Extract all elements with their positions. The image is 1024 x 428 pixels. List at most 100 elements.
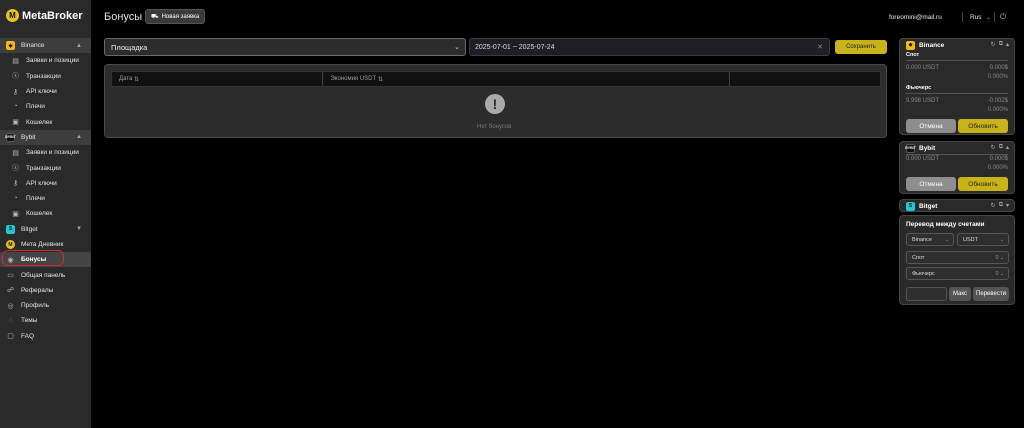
spot-usdt: 0.000 USDT: [906, 65, 940, 71]
divider: [906, 154, 1008, 155]
sidebar-item-faq[interactable]: ▢ FAQ: [0, 329, 91, 344]
sidebar-item-dashboard[interactable]: ▭ Общая панель: [0, 267, 91, 282]
sidebar-item-bybit-leverage[interactable]: ◔ Плечи: [0, 191, 91, 206]
language-select[interactable]: Rus: [970, 14, 982, 21]
refresh-icon[interactable]: ↻: [991, 144, 996, 151]
binance-icon: ◆: [6, 41, 15, 51]
cancel-button[interactable]: Отмена: [906, 177, 956, 191]
bitget-icon: S: [906, 201, 915, 211]
transfer-button[interactable]: Перевести: [973, 287, 1009, 301]
divider: [906, 93, 1008, 94]
spot-usd: 0.000$: [989, 65, 1008, 71]
binance-icon: ◆: [906, 40, 915, 50]
external-link-icon[interactable]: ⧉: [999, 144, 1003, 151]
active-item-highlight: [2, 250, 64, 266]
transfer-card: Перевод между счетами Binance ⌄ USDT ⌄ С…: [899, 215, 1015, 305]
chevron-down-icon: ⌄: [999, 270, 1004, 277]
logo-icon: M: [6, 9, 19, 22]
spot-label: Спот: [906, 52, 920, 58]
sidebar-item-binance-wallet[interactable]: ▣ Кошелек: [0, 114, 91, 129]
sidebar-item-bybit-wallet[interactable]: ▣ Кошелек: [0, 206, 91, 221]
sidebar-nav: ◆ Binance ▲ ▤ Заявки и позиции ⓢ Транзакци…: [0, 38, 91, 344]
logout-icon[interactable]: ⏻: [1000, 12, 1006, 22]
from-account-field[interactable]: Спот 0 ⌄: [906, 251, 1009, 264]
binance-account-card: ◆ Binance ↻ ⧉ ▴ Спот 0.000 USDT 0.000$ 0…: [899, 38, 1015, 135]
sidebar-item-bybit[interactable]: BYBIT Bybit ▲: [0, 129, 91, 146]
refresh-icon[interactable]: ↻: [991, 202, 996, 209]
header-divider: [994, 12, 995, 22]
sidebar-item-profile[interactable]: ◎ Профиль: [0, 298, 91, 313]
chevron-down-icon[interactable]: ▾: [1006, 202, 1009, 209]
sidebar-item-bitget[interactable]: S Bitget ▼: [0, 222, 91, 237]
save-button[interactable]: Сохранить: [835, 40, 887, 54]
sidebar-item-referrals[interactable]: ☍ Рефералы: [0, 283, 91, 298]
chevron-down-icon[interactable]: ⌄: [986, 14, 991, 21]
key-icon: ⚷: [12, 88, 19, 96]
sidebar-item-binance-api[interactable]: ⚷ API ключи: [0, 84, 91, 99]
bybit-icon: BYBIT: [5, 132, 16, 142]
bybit-usd: 0.000$: [989, 156, 1008, 162]
key-icon: ⚷: [12, 180, 19, 188]
sort-icon[interactable]: ⇅: [134, 76, 139, 83]
currency-select[interactable]: USDT ⌄: [957, 233, 1009, 246]
external-link-icon[interactable]: ⧉: [999, 41, 1003, 48]
user-email[interactable]: foreomini@mail.ru: [889, 14, 942, 21]
chevron-up-icon[interactable]: ▲: [76, 43, 82, 49]
dollar-icon: ⓢ: [12, 165, 19, 173]
header-divider: [962, 12, 963, 22]
futures-pct: 0.000%: [987, 107, 1008, 113]
bitget-account-card: S Bitget ↻ ⧉ ▾: [899, 199, 1015, 212]
chevron-down-icon[interactable]: ▼: [76, 226, 82, 232]
table-header: Дата ⇅ Экономия USDT ⇅: [111, 71, 881, 87]
sidebar-item-themes[interactable]: ◌ Темы: [0, 313, 91, 328]
sidebar-item-binance[interactable]: ◆ Binance ▲: [0, 38, 91, 54]
max-button[interactable]: Макс: [949, 287, 971, 301]
external-link-icon[interactable]: ⧉: [999, 202, 1003, 209]
sidebar-item-bybit-transactions[interactable]: ⓢ Транзакции: [0, 160, 91, 175]
sort-icon[interactable]: ⇅: [378, 76, 383, 83]
chevron-down-icon: ⌄: [944, 236, 949, 243]
futures-usd: -0.002$: [987, 98, 1008, 104]
from-value: 0: [995, 254, 999, 261]
orders-icon: ▤: [12, 57, 19, 65]
exchange-select[interactable]: Binance ⌄: [906, 233, 954, 246]
bybit-icon: BYBIT: [905, 143, 916, 153]
new-order-button[interactable]: ⛟ Новая заявка: [145, 9, 206, 24]
chevron-up-icon[interactable]: ▴: [1006, 144, 1009, 151]
bybit-pct: 0.000%: [987, 165, 1008, 171]
card-tools: ↻ ⧉ ▴: [991, 41, 1009, 48]
clear-icon[interactable]: ✕: [817, 43, 823, 51]
sidebar-item-bybit-api[interactable]: ⚷ API ключи: [0, 176, 91, 191]
bybit-usdt: 0.000 USDT: [906, 156, 940, 162]
column-date[interactable]: Дата ⇅: [112, 72, 324, 86]
update-button[interactable]: Обновить: [958, 177, 1008, 191]
column-extra: [730, 72, 880, 86]
cancel-button[interactable]: Отмена: [906, 119, 956, 133]
palette-icon: ◌: [8, 317, 13, 325]
sidebar-item-bybit-orders[interactable]: ▤ Заявки и позиции: [0, 145, 91, 160]
refresh-icon[interactable]: ↻: [991, 41, 996, 48]
gauge-icon: ◔: [13, 103, 18, 111]
card-tools: ↻ ⧉ ▴: [991, 144, 1009, 151]
gauge-icon: ◔: [13, 195, 18, 203]
sidebar-item-binance-leverage[interactable]: ◔ Плечи: [0, 99, 91, 114]
platform-select[interactable]: Площадка ⌄: [104, 38, 466, 56]
update-button[interactable]: Обновить: [958, 119, 1008, 133]
logo[interactable]: M MetaBroker: [6, 9, 83, 22]
chevron-up-icon[interactable]: ▴: [1006, 41, 1009, 48]
users-icon: ☍: [6, 287, 15, 295]
spot-pct: 0.000%: [987, 74, 1008, 80]
chat-icon: ▢: [7, 333, 14, 341]
to-account-field[interactable]: Фьючерс 0 ⌄: [906, 267, 1009, 280]
sidebar-item-binance-transactions[interactable]: ⓢ Транзакции: [0, 69, 91, 84]
column-savings[interactable]: Экономия USDT ⇅: [323, 72, 731, 86]
date-range-input[interactable]: 2025-07-01 ~ 2025-07-24 ✕: [469, 38, 830, 56]
transfer-title: Перевод между счетами: [906, 221, 985, 228]
futures-label: Фьючерс: [906, 85, 932, 91]
sidebar-item-binance-orders[interactable]: ▤ Заявки и позиции: [0, 53, 91, 68]
chevron-down-icon: ⌄: [454, 44, 460, 51]
amount-input[interactable]: [906, 287, 947, 301]
alert-icon: !: [485, 94, 505, 114]
chevron-up-icon[interactable]: ▲: [76, 134, 82, 140]
page-title: Бонусы: [104, 11, 143, 23]
